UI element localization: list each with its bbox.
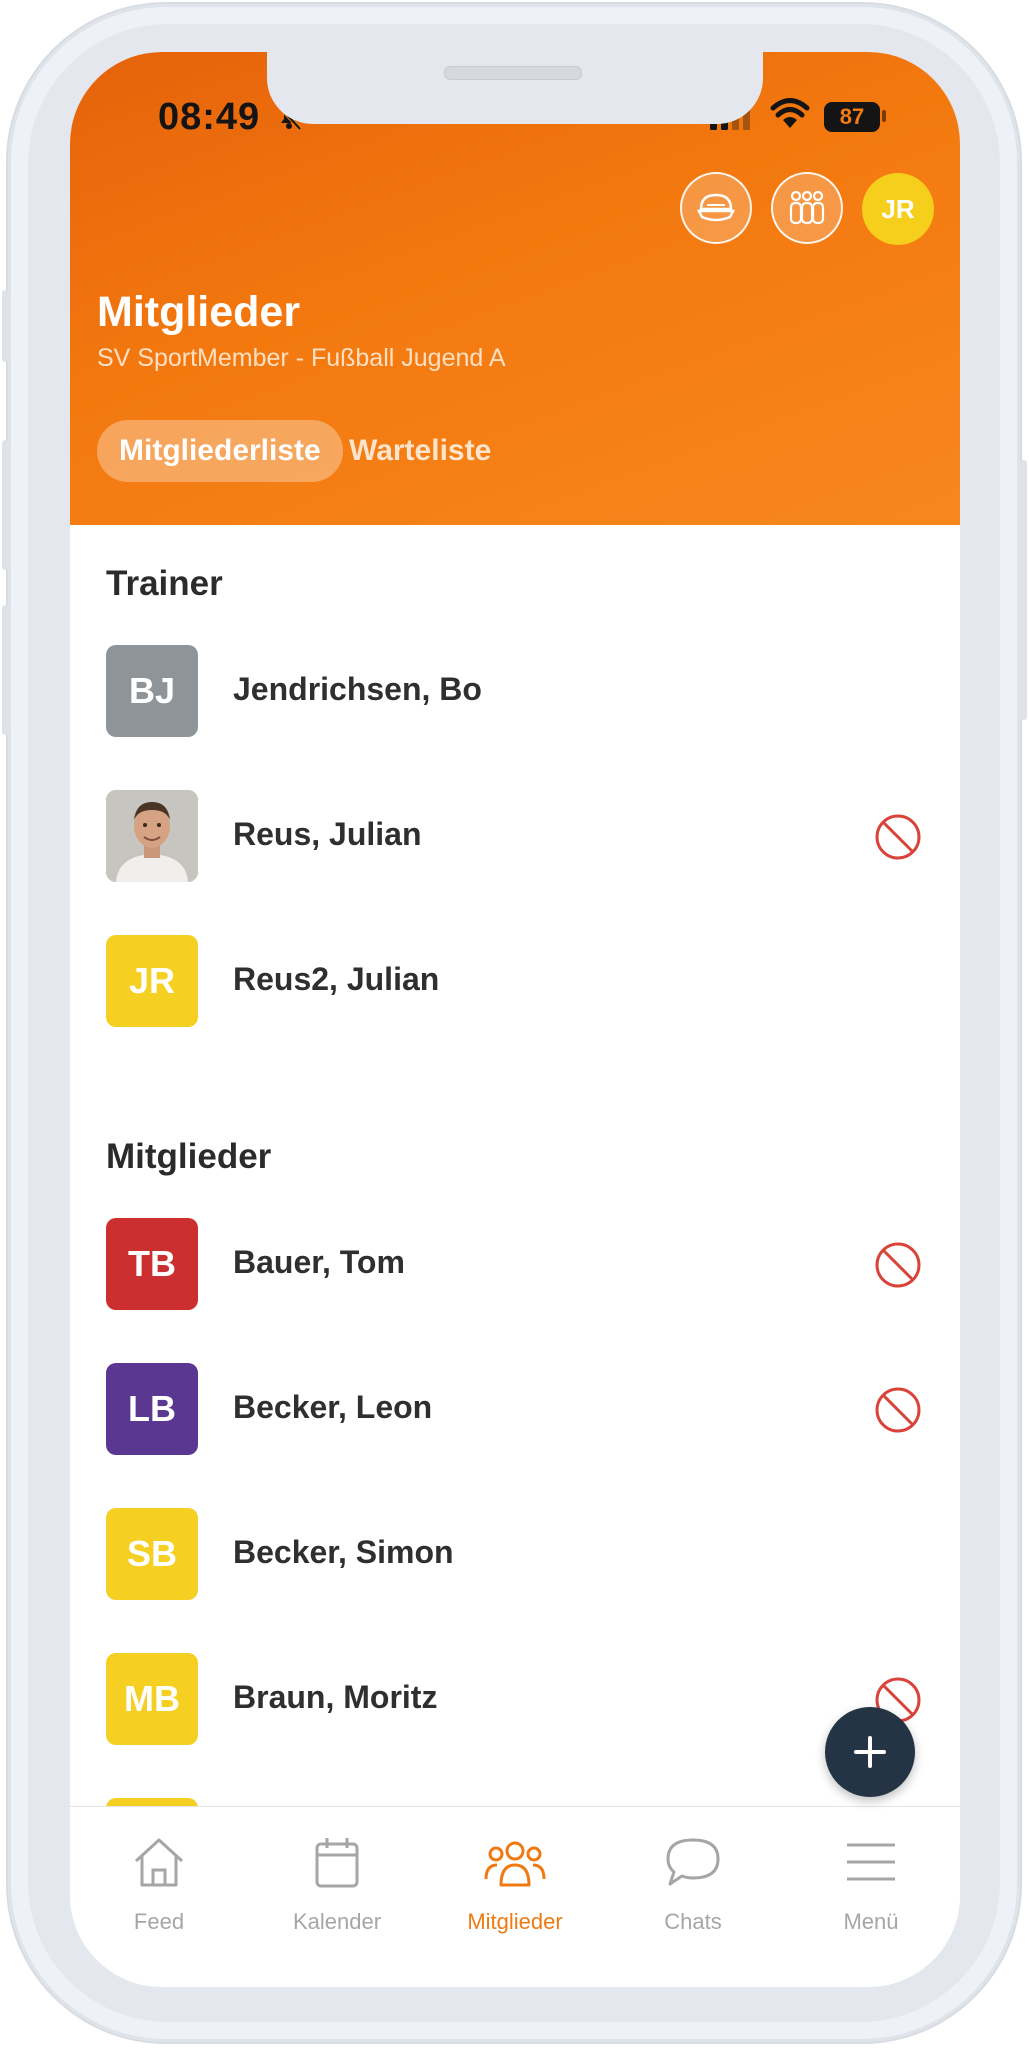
battery-tip bbox=[882, 110, 886, 122]
power-button bbox=[1020, 460, 1027, 720]
blocked-icon[interactable] bbox=[874, 813, 922, 861]
nav-item-chats[interactable]: Chats bbox=[604, 1835, 782, 1935]
user-avatar-button[interactable]: JR bbox=[862, 173, 934, 245]
member-row[interactable]: SB Becker, Simon bbox=[106, 1508, 926, 1600]
member-row[interactable]: BJ Jendrichsen, Bo bbox=[106, 645, 926, 737]
member-name: Reus2, Julian bbox=[233, 961, 440, 997]
tab-warteliste[interactable]: Warteliste bbox=[327, 420, 513, 482]
member-row[interactable]: MB Braun, Moritz bbox=[106, 1653, 926, 1745]
speaker-grille bbox=[444, 66, 582, 80]
volume-up-button bbox=[2, 440, 9, 570]
section-title-mitglieder: Mitglieder bbox=[106, 1137, 272, 1176]
nav-item-menu[interactable]: Menü bbox=[782, 1835, 960, 1935]
member-row[interactable]: LB Becker, Leon bbox=[106, 1363, 926, 1455]
member-avatar: TB bbox=[106, 1218, 198, 1310]
wifi-icon bbox=[770, 98, 810, 128]
notch bbox=[267, 52, 763, 124]
status-time: 08:49 bbox=[158, 96, 261, 138]
add-member-button[interactable] bbox=[825, 1707, 915, 1797]
team-icon bbox=[789, 190, 825, 225]
member-name: Becker, Leon bbox=[233, 1389, 433, 1425]
app-screen: 08:49 87 JR Mitglieder SV SportMember - … bbox=[70, 52, 960, 1987]
page-title: Mitglieder bbox=[97, 288, 301, 336]
member-photo-avatar bbox=[106, 790, 198, 882]
nav-item-feed[interactable]: Feed bbox=[70, 1835, 248, 1935]
member-avatar: BJ bbox=[106, 645, 198, 737]
mute-switch bbox=[2, 290, 9, 362]
nav-label: Chats bbox=[664, 1909, 722, 1934]
member-name: Becker, Simon bbox=[233, 1534, 454, 1570]
member-name: Jendrichsen, Bo bbox=[233, 671, 482, 707]
nav-item-kalender[interactable]: Kalender bbox=[248, 1835, 426, 1935]
menu-icon bbox=[847, 1843, 895, 1881]
plus-icon bbox=[854, 1736, 886, 1768]
member-name: Reus, Julian bbox=[233, 816, 422, 852]
blocked-icon[interactable] bbox=[874, 1241, 922, 1289]
member-row[interactable]: JR Reus2, Julian bbox=[106, 935, 926, 1027]
member-name: Braun, Moritz bbox=[233, 1679, 438, 1715]
nav-label: Menü bbox=[843, 1909, 899, 1934]
member-name: Bauer, Tom bbox=[233, 1244, 405, 1280]
member-avatar: LB bbox=[106, 1363, 198, 1455]
volume-down-button bbox=[2, 605, 9, 735]
member-row[interactable]: Reus, Julian bbox=[106, 790, 926, 882]
nav-label: Mitglieder bbox=[467, 1909, 563, 1934]
page-subtitle: SV SportMember - Fußball Jugend A bbox=[97, 344, 506, 372]
tab-mitgliederliste[interactable]: Mitgliederliste bbox=[97, 420, 343, 482]
cap-icon bbox=[696, 193, 736, 222]
battery-indicator: 87 bbox=[824, 102, 880, 132]
members-icon bbox=[484, 1841, 546, 1887]
home-icon bbox=[134, 1838, 184, 1887]
calendar-icon bbox=[315, 1838, 359, 1888]
member-avatar: SB bbox=[106, 1508, 198, 1600]
member-row[interactable]: TB Bauer, Tom bbox=[106, 1218, 926, 1310]
nav-label: Kalender bbox=[292, 1909, 382, 1934]
nav-item-mitglieder[interactable]: Mitglieder bbox=[426, 1835, 604, 1935]
chat-bubble-icon bbox=[666, 1838, 720, 1886]
blocked-icon[interactable] bbox=[874, 1386, 922, 1434]
team-button[interactable] bbox=[771, 172, 843, 244]
nav-label: Feed bbox=[133, 1909, 185, 1934]
member-avatar: MB bbox=[106, 1653, 198, 1745]
section-title-trainer: Trainer bbox=[106, 564, 223, 603]
trainer-cap-button[interactable] bbox=[680, 172, 752, 244]
member-avatar: JR bbox=[106, 935, 198, 1027]
bottom-navigation: Feed Kalender Mitglieder Chats Menü bbox=[70, 1806, 960, 1987]
